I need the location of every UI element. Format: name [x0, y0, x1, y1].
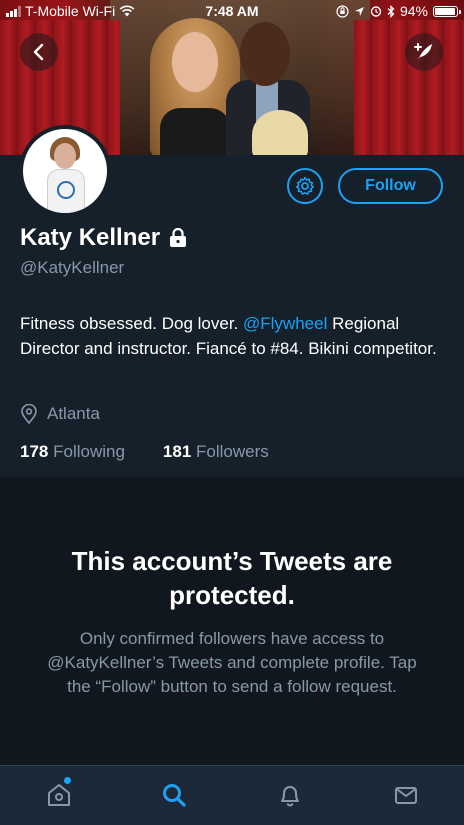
profile-screen: T-Mobile Wi-Fi 7:48 AM 94% Follow Katy K…	[0, 0, 464, 825]
protected-tweets-panel: This account’s Tweets are protected. Onl…	[0, 477, 464, 765]
battery-percent: 94%	[399, 3, 428, 19]
bell-icon	[281, 786, 299, 807]
chevron-left-icon	[33, 43, 44, 61]
alarm-icon	[370, 6, 382, 17]
battery-icon	[433, 5, 461, 17]
gear-icon	[295, 176, 315, 195]
compose-tweet-button[interactable]	[405, 33, 443, 71]
orientation-lock-icon	[336, 4, 349, 18]
profile-name: Katy Kellner	[20, 224, 161, 251]
lock-icon	[170, 228, 187, 247]
following-count-link[interactable]: 178 Following	[20, 442, 125, 462]
followers-count: 181	[162, 442, 192, 461]
profile-bio: Fitness obsessed. Dog lover. @Flywheel R…	[20, 311, 440, 361]
bio-mention-link[interactable]: @Flywheel	[243, 314, 327, 333]
location-arrow-icon	[354, 6, 364, 16]
back-button[interactable]	[20, 33, 58, 71]
tab-messages[interactable]	[391, 780, 421, 810]
followers-count-link[interactable]: 181 Followers	[163, 442, 269, 462]
follow-button[interactable]: Follow	[338, 168, 443, 204]
bluetooth-icon	[387, 4, 395, 18]
location-pin-icon	[21, 404, 37, 424]
mail-icon	[395, 787, 417, 804]
profile-location: Atlanta	[20, 404, 100, 424]
new-content-indicator	[64, 777, 71, 784]
status-bar: T-Mobile Wi-Fi 7:48 AM 94%	[0, 0, 464, 22]
tab-search[interactable]	[159, 780, 189, 810]
bio-text: Fitness obsessed. Dog lover.	[20, 314, 244, 333]
followers-label: Followers	[196, 442, 269, 461]
tab-home[interactable]	[44, 777, 74, 810]
profile-avatar[interactable]	[19, 125, 111, 217]
tab-notifications[interactable]	[275, 780, 305, 810]
search-icon	[163, 784, 186, 807]
following-count: 178	[20, 442, 49, 461]
home-icon	[48, 784, 70, 806]
protected-title: This account’s Tweets are protected.	[71, 546, 393, 610]
bottom-tab-bar	[0, 765, 464, 825]
following-label: Following	[53, 442, 125, 461]
profile-handle: @KatyKellner	[20, 258, 125, 277]
location-label: Atlanta	[47, 404, 100, 423]
compose-tweet-icon	[414, 43, 432, 60]
protected-description: Only confirmed followers have access to …	[47, 629, 417, 696]
profile-settings-button[interactable]	[287, 168, 323, 204]
